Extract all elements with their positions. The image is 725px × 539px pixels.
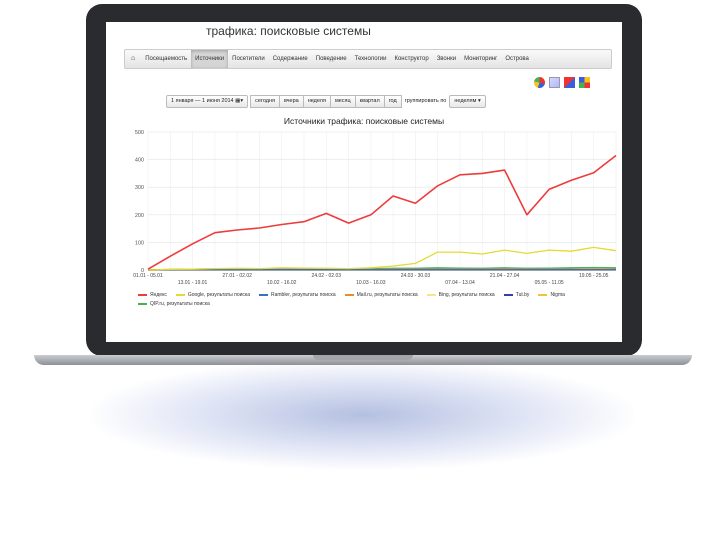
y-tick-label: 200 [135,213,144,219]
period-toolbar: 1 января — 1 июня 2014 ▦▾ сегодня вчера … [166,94,486,108]
laptop-notch [313,355,413,360]
report-nav: ⌂ Посещаемость Источники Посетители Соде… [124,49,612,69]
legend-swatch [258,294,268,296]
chart-legend: Яндекс Google, результаты поиска Rambler, … [138,292,608,307]
x-tick-label: 07.04 - 13.04 [445,280,475,286]
y-tick-label: 300 [135,185,144,191]
x-tick-label: 05.05 - 11.05 [535,280,564,286]
legend-swatch [344,294,354,296]
period-buttons: сегодня вчера неделя месяц квартал год [250,94,402,108]
y-tick-label: 100 [135,240,144,246]
legend-item[interactable]: QIP.ru, результаты поиска [138,301,210,307]
nav-item[interactable]: Посетители [228,50,269,68]
series-line [147,154,617,270]
legend-item[interactable]: Rambler, результаты поиска [258,292,336,298]
legend-item[interactable]: Яндекс [138,292,167,298]
period-button[interactable]: месяц [329,94,356,108]
group-by-value: неделям [454,97,477,104]
nav-item[interactable]: Звонки [433,50,460,68]
legend-swatch [503,294,513,296]
legend-label: Google, результаты поиска [187,292,250,298]
nav-item[interactable]: Острова [501,50,533,68]
legend-label: Bing, результаты поиска [438,292,495,298]
legend-item[interactable]: Google, результаты поиска [175,292,250,298]
x-tick-label: 10.03 - 16.03 [356,280,386,286]
legend-swatch [175,294,185,296]
laptop-screen: трафика: поисковые системы ⌂ Посещаемост… [106,22,622,342]
period-button[interactable]: неделя [302,94,331,108]
legend-label: Tut.by [515,292,530,298]
nav-item[interactable]: Мониторинг [460,50,501,68]
legend-label: Nigma [550,292,565,298]
period-button[interactable]: квартал [354,94,385,108]
period-button[interactable]: сегодня [250,94,280,108]
home-icon[interactable]: ⌂ [125,50,141,68]
calendar-icon: ▦▾ [235,97,244,104]
x-tick-label: 01.01 - 05.01 [133,273,163,279]
chart-type-switcher [534,77,590,88]
legend-label: Mail.ru, результаты поиска [356,292,418,298]
x-tick-label: 27.01 - 02.02 [222,273,252,279]
legend-label: Rambler, результаты поиска [270,292,336,298]
x-tick-label: 24.02 - 02.03 [312,273,342,279]
line-chart-icon[interactable] [549,77,560,88]
chevron-down-icon: ▾ [477,97,481,104]
y-tick-label: 500 [135,130,144,136]
x-tick-label: 10.02 - 16.02 [267,280,297,286]
x-tick-label: 21.04 - 27.04 [490,273,520,279]
group-by-label: группировать по [404,98,447,104]
group-by-select[interactable]: неделям ▾ [449,94,486,108]
legend-item[interactable]: Tut.by [503,292,530,298]
traffic-line-chart: 010020030040050001.01 - 05.01 27.01 - 02.… [133,130,617,286]
legend-item[interactable]: Nigma [538,292,565,298]
chart-title: Источники трафика: поисковые системы [283,116,445,126]
treemap-icon[interactable] [579,77,590,88]
bar-chart-icon[interactable] [564,77,575,88]
legend-swatch [138,303,147,305]
legend-item[interactable]: Bing, результаты поиска [426,292,495,298]
date-range-label: 1 января — 1 июня 2014 [171,97,234,104]
legend-item[interactable]: Mail.ru, результаты поиска [344,292,418,298]
date-range-picker[interactable]: 1 января — 1 июня 2014 ▦▾ [166,94,249,108]
x-tick-label: 13.01 - 19.01 [178,280,208,286]
nav-item[interactable]: Содержание [269,50,312,68]
x-tick-label: 24.03 - 30.03 [401,273,431,279]
series-line [147,246,617,271]
nav-item[interactable]: Технологии [351,50,391,68]
nav-item[interactable]: Посещаемость [141,50,191,68]
nav-item[interactable]: Конструктор [390,50,432,68]
x-tick-label: 19.05 - 25.05 [579,273,609,279]
legend-label: Яндекс [150,292,167,298]
y-tick-label: 400 [135,158,144,164]
period-button[interactable]: вчера [278,94,304,108]
nav-item[interactable]: Поведение [312,50,351,68]
legend-swatch [426,294,436,296]
legend-swatch [538,294,548,296]
page-title: трафика: поисковые системы [206,24,371,38]
nav-item-active[interactable]: Источники [191,50,229,68]
legend-swatch [138,294,147,296]
laptop-shadow [90,360,635,470]
period-button[interactable]: год [383,94,402,108]
legend-label: QIP.ru, результаты поиска [150,301,210,307]
pie-chart-icon[interactable] [534,77,545,88]
